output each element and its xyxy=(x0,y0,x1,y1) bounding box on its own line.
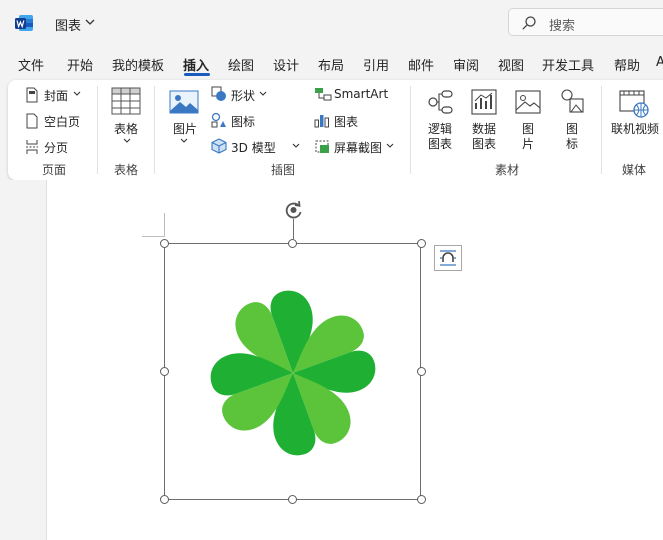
screenshot-button[interactable]: 屏幕截图 xyxy=(334,139,382,156)
search-placeholder: 搜索 xyxy=(549,19,576,34)
group-label-media: 媒体 xyxy=(622,163,647,177)
tab-draw[interactable]: 绘图 xyxy=(228,55,254,74)
chart-icon xyxy=(314,115,329,128)
tab-design[interactable]: 设计 xyxy=(273,55,299,74)
search-box[interactable]: 搜索 xyxy=(508,8,663,36)
page-break-button[interactable]: 分页 xyxy=(44,139,68,156)
chevron-down-icon[interactable] xyxy=(180,138,188,144)
group-label-illustrations: 插图 xyxy=(271,163,296,177)
margin-mark xyxy=(142,236,165,237)
resize-handle-right[interactable] xyxy=(417,367,426,376)
table-grid-icon xyxy=(111,87,141,115)
stock-icon-label-line2[interactable]: 标 xyxy=(566,135,578,152)
group-label-tables: 表格 xyxy=(114,163,139,177)
rotate-handle-icon[interactable] xyxy=(282,199,306,221)
stock-picture-label-line2[interactable]: 片 xyxy=(522,135,534,152)
chevron-down-icon[interactable] xyxy=(123,138,131,144)
resize-handle-bottom-right[interactable] xyxy=(417,495,426,504)
tab-file[interactable]: 文件 xyxy=(18,55,44,74)
data-chart-icon xyxy=(471,89,497,115)
ribbon-tabs: 文件 开始 我的模板 插入 绘图 设计 布局 引用 邮件 审阅 视图 开发工具 … xyxy=(0,46,663,78)
logic-chart-label-line2[interactable]: 图表 xyxy=(428,135,452,152)
tab-home[interactable]: 开始 xyxy=(67,55,93,74)
chevron-down-icon[interactable] xyxy=(259,91,267,97)
tab-review[interactable]: 审阅 xyxy=(453,55,479,74)
resize-handle-bottom[interactable] xyxy=(288,495,297,504)
group-divider xyxy=(154,86,155,174)
table-button[interactable]: 表格 xyxy=(114,120,138,137)
tab-view[interactable]: 视图 xyxy=(498,55,524,74)
tab-help[interactable]: 帮助 xyxy=(614,55,640,74)
resize-handle-top-right[interactable] xyxy=(417,239,426,248)
chevron-down-icon[interactable] xyxy=(292,143,300,149)
cover-page-button[interactable]: 封面 xyxy=(44,87,68,104)
tab-mailings[interactable]: 邮件 xyxy=(408,55,434,74)
3d-model-icon xyxy=(211,138,227,154)
margin-mark xyxy=(164,213,165,236)
blank-page-icon xyxy=(26,113,38,129)
active-tab-indicator xyxy=(184,73,210,76)
smartart-icon xyxy=(315,88,332,101)
group-label-pages: 页面 xyxy=(42,163,67,177)
resize-handle-top[interactable] xyxy=(288,239,297,248)
tab-my-templates[interactable]: 我的模板 xyxy=(112,55,164,74)
picture-icon xyxy=(169,90,199,114)
tab-layout[interactable]: 布局 xyxy=(318,55,344,74)
cover-page-icon xyxy=(26,87,38,103)
shapes-icon xyxy=(211,86,226,101)
icons-icon xyxy=(211,112,226,128)
icons-button[interactable]: 图标 xyxy=(231,113,255,130)
group-divider xyxy=(601,86,602,174)
chevron-down-icon[interactable] xyxy=(73,91,81,97)
four-leaf-clover-icon[interactable] xyxy=(200,280,386,466)
stock-picture-icon xyxy=(515,90,541,114)
logic-chart-icon xyxy=(428,90,453,114)
search-icon xyxy=(522,16,536,30)
screenshot-icon xyxy=(315,140,329,153)
tab-overflow[interactable]: A xyxy=(656,55,663,70)
group-label-assets: 素材 xyxy=(495,163,520,177)
resize-handle-left[interactable] xyxy=(160,367,169,376)
resize-handle-top-left[interactable] xyxy=(160,239,169,248)
group-divider xyxy=(410,86,411,174)
layout-options-icon xyxy=(440,250,456,266)
title-bar: 图表 搜索 xyxy=(0,0,663,46)
stock-icon-icon xyxy=(561,89,584,113)
data-chart-label-line2[interactable]: 图表 xyxy=(472,135,496,152)
group-divider xyxy=(97,86,98,174)
page-break-icon xyxy=(26,140,38,154)
online-video-button[interactable]: 联机视频 xyxy=(611,120,659,137)
tab-references[interactable]: 引用 xyxy=(363,55,389,74)
tab-insert[interactable]: 插入 xyxy=(183,55,209,74)
3d-models-button[interactable]: 3D 模型 xyxy=(231,139,276,156)
chevron-down-icon[interactable] xyxy=(85,18,95,26)
resize-handle-bottom-left[interactable] xyxy=(160,495,169,504)
online-video-icon xyxy=(619,90,649,118)
pictures-button[interactable]: 图片 xyxy=(173,120,197,137)
document-title[interactable]: 图表 xyxy=(55,15,81,34)
shapes-button[interactable]: 形状 xyxy=(231,87,255,104)
tab-developer[interactable]: 开发工具 xyxy=(542,55,594,74)
chevron-down-icon[interactable] xyxy=(386,143,394,149)
blank-page-button[interactable]: 空白页 xyxy=(44,113,80,130)
layout-options-button[interactable] xyxy=(434,245,462,271)
word-logo-icon[interactable] xyxy=(14,13,34,33)
rotate-handle-stem xyxy=(293,219,294,239)
chart-button[interactable]: 图表 xyxy=(334,113,358,130)
smartart-button[interactable]: SmartArt xyxy=(334,87,388,101)
ribbon-panel: 封面 空白页 分页 页面 表格 表格 图片 形状 图标 3D 模型 SmartA… xyxy=(8,80,663,180)
